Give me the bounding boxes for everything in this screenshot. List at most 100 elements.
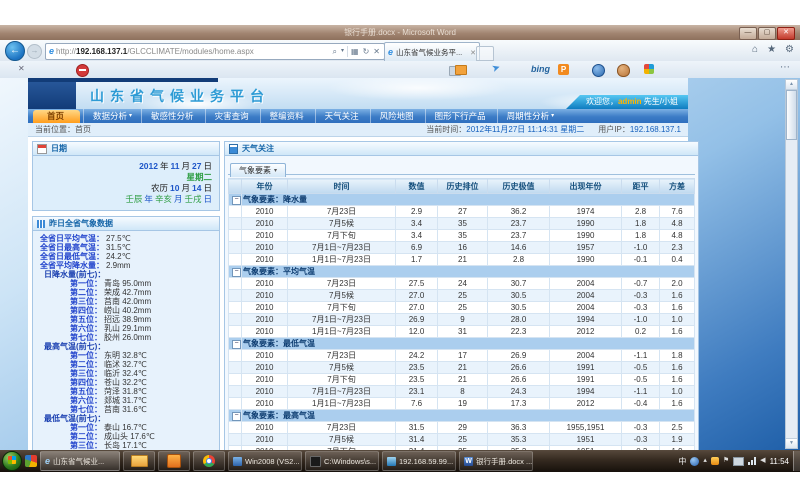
collapse-icon[interactable]: −: [232, 412, 241, 421]
table-row[interactable]: 2010 7月下旬 27.0 25 30.5 2004 -0.3 1.6: [229, 302, 695, 314]
column-header[interactable]: 历史极值: [488, 179, 550, 194]
pet-plugin-icon[interactable]: [617, 64, 630, 77]
refresh-icon[interactable]: ↻: [362, 45, 371, 58]
addon-bar-close-icon[interactable]: ✕: [18, 64, 25, 73]
browser-tab[interactable]: e 山东省气候业务平... ✕: [384, 42, 480, 62]
yesterday-weather-panel: 昨日全省气象数据 全省日平均气温：27.5℃ 全省日最高气温：31.5℃ 全省日…: [32, 216, 220, 450]
taskbar-orange-app-button[interactable]: [158, 451, 190, 471]
column-header[interactable]: [229, 179, 242, 194]
address-bar[interactable]: e http://192.168.137.1/GLCCLIMATE/module…: [45, 43, 385, 60]
table-row[interactable]: 2010 7月23日 24.2 17 26.9 2004 -1.1 1.8: [229, 350, 695, 362]
nav-item[interactable]: 天气关注: [315, 109, 370, 123]
scroll-up-icon[interactable]: ▲: [786, 80, 797, 90]
table-row[interactable]: 2010 7月1日~7月23日 6.9 16 14.6 1957 -1.0 2.…: [229, 242, 695, 254]
taskbar-window-vs[interactable]: Win2008 (VS2...: [228, 451, 302, 471]
back-button[interactable]: ←: [5, 41, 25, 61]
table-row[interactable]: 2010 7月23日 2.9 27 36.2 1974 2.8 7.6: [229, 206, 695, 218]
cell-extreme: 2.8: [488, 254, 550, 266]
taskbar-browser-ball-button[interactable]: [193, 451, 225, 471]
plugin-circle-icon[interactable]: [592, 64, 605, 77]
launcher-icon[interactable]: [25, 455, 37, 467]
group-header-row[interactable]: − 气象要素：平均气温: [229, 266, 695, 278]
action-center-flag-icon[interactable]: ⚑: [723, 456, 729, 466]
taskbar-window-remote[interactable]: 192.168.59.99...: [382, 451, 456, 471]
table-row[interactable]: 2010 7月1日~7月23日 26.9 9 28.0 1994 -1.0 1.…: [229, 314, 695, 326]
tools-gear-icon[interactable]: ⚙: [785, 44, 794, 55]
collapse-icon[interactable]: −: [232, 196, 241, 205]
tray-up-arrow-icon[interactable]: ▴: [703, 456, 707, 466]
table-row[interactable]: 2010 7月5候 23.5 21 26.6 1991 -0.5 1.6: [229, 362, 695, 374]
collapse-icon[interactable]: −: [232, 268, 241, 277]
network-monitor-icon[interactable]: [733, 457, 744, 466]
taskbar-ie-window[interactable]: e 山东省气候业...: [40, 451, 120, 471]
table-row[interactable]: 2010 7月下旬 3.4 35 23.7 1990 1.8 4.8: [229, 230, 695, 242]
table-row[interactable]: 2010 7月5候 31.4 25 35.3 1951 -0.3 1.9: [229, 434, 695, 446]
table-row[interactable]: 2010 1月1日~7月23日 1.7 21 2.8 1990 -0.1 0.4: [229, 254, 695, 266]
group-header-row[interactable]: − 气象要素：最高气温: [229, 410, 695, 422]
minimize-button[interactable]: —: [739, 27, 757, 40]
table-row[interactable]: 2010 7月5候 3.4 35 23.7 1990 1.8 4.8: [229, 218, 695, 230]
send-plane-icon[interactable]: ➤: [491, 62, 502, 75]
new-tab-button[interactable]: [476, 46, 494, 61]
table-row[interactable]: 2010 7月5候 27.0 25 30.5 2004 -0.3 1.6: [229, 290, 695, 302]
network-bars-icon[interactable]: [748, 457, 756, 465]
apps-grid-icon[interactable]: [644, 64, 654, 74]
ime-indicator[interactable]: 中: [678, 456, 686, 467]
group-header-row[interactable]: − 气象要素：降水量: [229, 194, 695, 206]
table-row[interactable]: 2010 7月23日 27.5 24 30.7 2004 -0.7 2.0: [229, 278, 695, 290]
column-header[interactable]: 数值: [396, 179, 438, 194]
tray-orange-icon[interactable]: [711, 457, 719, 465]
taskbar-window-word[interactable]: W银行手册.docx ...: [459, 451, 533, 471]
favorites-star-icon[interactable]: ★: [767, 44, 776, 55]
nav-item[interactable]: 敏感性分析: [141, 109, 205, 123]
nav-item[interactable]: 首页: [33, 110, 80, 123]
vertical-scrollbar[interactable]: ▲ ▼: [785, 79, 798, 449]
table-row[interactable]: 2010 7月下旬 23.5 21 26.6 1991 -0.5 1.6: [229, 374, 695, 386]
table-row[interactable]: 2010 1月1日~7月23日 12.0 31 22.3 2012 0.2 1.…: [229, 326, 695, 338]
blocked-icon[interactable]: [76, 64, 89, 77]
cell-extreme: 35.3: [488, 434, 550, 446]
tmin-rank-row: 第二位：成山头 17.6℃: [40, 432, 215, 441]
table-row[interactable]: 2010 1月1日~7月23日 7.6 19 17.3 2012 -0.4 1.…: [229, 398, 695, 410]
p-badge-icon[interactable]: P: [558, 64, 569, 75]
cards-plugin-icon[interactable]: [449, 65, 465, 75]
tray-plugin-icon[interactable]: [690, 457, 699, 466]
column-header[interactable]: 距平: [622, 179, 660, 194]
cell-exyear: 1990: [550, 218, 622, 230]
column-header[interactable]: 时间: [288, 179, 396, 194]
column-header[interactable]: 年份: [242, 179, 288, 194]
forward-button[interactable]: →: [27, 44, 42, 59]
table-row[interactable]: 2010 7月1日~7月23日 23.1 8 24.3 1994 -1.1 1.…: [229, 386, 695, 398]
compatibility-view-icon[interactable]: ▦: [350, 45, 360, 58]
volume-icon[interactable]: ◀: [760, 456, 765, 466]
more-dots-icon[interactable]: ⋯: [780, 62, 790, 73]
taskbar-window-cmd[interactable]: C:\Windows\s...: [305, 451, 379, 471]
close-button[interactable]: ✕: [777, 27, 795, 40]
nav-item[interactable]: 数据分析▾: [83, 109, 141, 123]
nav-item[interactable]: 周期性分析▾: [497, 109, 564, 123]
nav-item[interactable]: 灾害查询: [205, 109, 260, 123]
taskbar-clock[interactable]: 11:54: [770, 457, 789, 466]
start-button[interactable]: [2, 451, 22, 471]
scrollbar-thumb[interactable]: [786, 90, 797, 140]
nav-item[interactable]: 风险地图: [370, 109, 425, 123]
collapse-icon[interactable]: −: [232, 340, 241, 349]
search-icon[interactable]: ⌕: [332, 45, 338, 58]
group-header-row[interactable]: − 气象要素：最低气温: [229, 338, 695, 350]
cell-exyear: 2004: [550, 290, 622, 302]
show-desktop-button[interactable]: [793, 451, 800, 471]
bing-logo[interactable]: bing: [531, 64, 550, 74]
tab-weather-elements[interactable]: 气象要素▾: [230, 163, 286, 177]
column-header[interactable]: 方差: [660, 179, 695, 194]
search-dropdown-icon[interactable]: ▾: [340, 45, 345, 58]
column-header[interactable]: 出现年份: [550, 179, 622, 194]
table-row[interactable]: 2010 7月23日 31.5 29 36.3 1955,1951 -0.3 2…: [229, 422, 695, 434]
column-header[interactable]: 历史排位: [438, 179, 488, 194]
scroll-down-icon[interactable]: ▼: [786, 438, 797, 448]
home-icon[interactable]: ⌂: [752, 44, 758, 55]
nav-item[interactable]: 图形下行产品: [425, 109, 497, 123]
maximize-button[interactable]: ▢: [758, 27, 776, 40]
stop-icon[interactable]: ✕: [372, 45, 381, 58]
taskbar-explorer-button[interactable]: [123, 451, 155, 471]
nav-item[interactable]: 整编资料: [260, 109, 315, 123]
